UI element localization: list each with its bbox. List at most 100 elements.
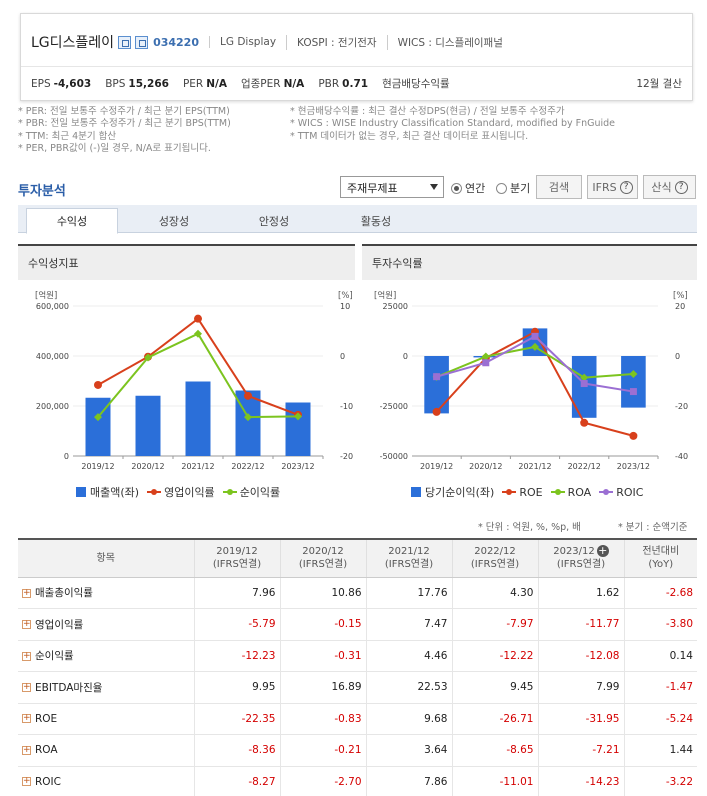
y-left-unit: [억원] — [374, 290, 396, 301]
table-row[interactable]: + ROIC -8.27 -2.70 7.86 -11.01 -14.23 -3.22 — [18, 766, 697, 796]
table-cell: 9.95 — [193, 671, 280, 704]
expand-columns-icon[interactable]: + — [596, 545, 609, 558]
home-icon[interactable] — [118, 35, 132, 49]
table-row[interactable]: + ROE -22.35 -0.83 9.68 -26.71 -31.95 -5.24 — [18, 703, 697, 735]
table-cell: 7.99 — [537, 671, 624, 704]
table-row[interactable]: + 영업이익률 -5.79 -0.15 7.47 -7.97 -11.77 -3.80 — [18, 608, 697, 641]
tab-profitability[interactable]: 수익성 — [26, 208, 118, 234]
help-icon: ? — [674, 180, 688, 194]
x-tick-label: 2021/12 — [518, 462, 551, 471]
chart-title-profitability: 수익성지표 — [18, 246, 355, 280]
y-right-tick: 10 — [340, 302, 350, 311]
row-label[interactable]: + 매출총이익률 — [18, 577, 194, 609]
row-label[interactable]: + 영업이익률 — [18, 608, 194, 641]
notes-left: * PER: 전일 보통주 수정주가 / 최근 분기 EPS(TTM) * PB… — [18, 106, 231, 155]
expand-plus-icon[interactable]: + — [22, 620, 31, 630]
search-button[interactable]: 검색 — [536, 175, 582, 199]
table-cell: -7.97 — [451, 608, 538, 641]
table-cell: -2.68 — [623, 577, 697, 609]
y-right-tick: 0 — [340, 352, 345, 361]
chevron-down-icon — [430, 184, 438, 190]
legend-item[interactable]: 매출액(좌) — [76, 484, 139, 500]
y-left-tick: 200,000 — [36, 402, 69, 411]
stock-code: 034220 — [153, 35, 199, 49]
y-right-tick: -40 — [675, 452, 688, 461]
row-label[interactable]: + ROA — [18, 734, 194, 767]
x-tick-label: 2023/12 — [281, 462, 314, 471]
radio-quarter[interactable]: 분기 — [496, 180, 530, 196]
tab-stability[interactable]: 안정성 — [228, 208, 320, 234]
line-point — [629, 431, 638, 440]
header-item: 항목 — [18, 539, 194, 578]
table-cell: 17.76 — [365, 577, 452, 609]
print-icon[interactable] — [135, 35, 149, 49]
statement-select[interactable]: 주재무제표 — [340, 176, 444, 198]
expand-plus-icon[interactable]: + — [22, 777, 31, 787]
header-2023: 2023/12 + (IFRS연결) — [537, 539, 624, 578]
line-point — [433, 373, 441, 381]
table-cell: -0.15 — [279, 608, 366, 641]
table-cell: -0.21 — [279, 734, 366, 767]
legend-item[interactable]: ROE — [502, 485, 543, 499]
note-line: * TTM 데이터가 없는 경우, 최근 결산 데이터로 표시됩니다. — [290, 130, 529, 142]
legend-item[interactable]: 당기순이익(좌) — [411, 484, 494, 500]
company-name: LG디스플레이 — [31, 35, 115, 51]
y-right-tick: -10 — [340, 402, 353, 411]
row-label[interactable]: + ROIC — [18, 766, 194, 796]
bar-mark — [135, 395, 161, 456]
row-label-text: 순이익률 — [35, 650, 74, 663]
y-right-tick: 20 — [675, 302, 685, 311]
row-label[interactable]: + EBITDA마진율 — [18, 671, 194, 704]
bar-mark — [185, 381, 211, 456]
expand-plus-icon[interactable]: + — [22, 651, 31, 661]
line-point — [580, 418, 589, 427]
expand-plus-icon[interactable]: + — [22, 745, 31, 755]
table-cell: 9.68 — [365, 703, 452, 735]
wics-sector: WICS : 디스플레이패널 — [386, 34, 513, 50]
table-cell: -11.01 — [451, 766, 538, 796]
note-line: * PER, PBR값이 (-)일 경우, N/A로 표기됩니다. — [18, 142, 211, 154]
chart-panel-investment-return: 투자수익률 [억원] [%] -50000 -25000 0 25000 -40 -20 0 20… — [362, 244, 697, 504]
x-tick-label: 2019/12 — [420, 462, 453, 471]
legend-item[interactable]: 영업이익률 — [147, 484, 215, 500]
legend-item[interactable]: ROA — [550, 486, 591, 499]
y-left-tick: 400,000 — [36, 352, 69, 361]
table-row[interactable]: + 매출총이익률 7.96 10.86 17.76 4.30 1.62 -2.68 — [18, 577, 697, 609]
legend-item[interactable]: ROIC — [599, 486, 643, 499]
table-row[interactable]: + 순이익률 -12.23 -0.31 4.46 -12.22 -12.08 0.14 — [18, 640, 697, 672]
table-cell: -0.31 — [279, 640, 366, 672]
table-cell: -5.24 — [623, 703, 697, 735]
table-cell: -31.95 — [537, 703, 624, 735]
row-label[interactable]: + ROE — [18, 703, 194, 735]
table-cell: -14.23 — [537, 766, 624, 796]
table-cell: -12.23 — [193, 640, 280, 672]
row-label-text: 영업이익률 — [35, 618, 84, 631]
quarter-note: * 분기 : 순액기준 — [618, 522, 688, 533]
x-tick-label: 2023/12 — [617, 462, 650, 471]
x-tick-label: 2022/12 — [231, 462, 264, 471]
table-row[interactable]: + EBITDA마진율 9.95 16.89 22.53 9.45 7.99 -1.47 — [18, 671, 697, 704]
row-label[interactable]: + 순이익률 — [18, 640, 194, 672]
radio-annual[interactable]: 연간 — [451, 180, 485, 196]
tab-growth[interactable]: 성장성 — [128, 208, 220, 234]
header-2021: 2021/12 (IFRS연결) — [365, 539, 452, 578]
legend-label: ROE — [519, 485, 543, 499]
legend-item[interactable]: 순이익률 — [222, 484, 280, 500]
unit-note: * 단위 : 억원, %, %p, 배 — [478, 522, 581, 533]
radio-dot-checked — [451, 182, 462, 194]
table-row[interactable]: + ROA -8.36 -0.21 3.64 -8.65 -7.21 1.44 — [18, 734, 697, 767]
tab-activity[interactable]: 활동성 — [330, 208, 422, 234]
ifrs-help-button[interactable]: IFRS ? — [587, 175, 638, 199]
table-cell: -1.47 — [623, 671, 697, 704]
formula-help-button[interactable]: 산식 ? — [643, 175, 696, 199]
settlement-month: 12월 결산 — [636, 78, 682, 90]
note-line: * 현금배당수익률 : 최근 결산 수정DPS(현금) / 전일 보통주 수정주… — [290, 106, 565, 117]
stat-pbr: PBR 0.71 — [318, 77, 369, 90]
expand-plus-icon[interactable]: + — [22, 588, 31, 598]
x-tick-label: 2021/12 — [181, 462, 214, 471]
note-line: * WICS : WISE Industry Classification St… — [290, 118, 616, 130]
legend-label: ROIC — [616, 485, 644, 499]
expand-plus-icon[interactable]: + — [22, 683, 31, 693]
help-icon: ? — [619, 180, 633, 194]
expand-plus-icon[interactable]: + — [22, 714, 31, 724]
